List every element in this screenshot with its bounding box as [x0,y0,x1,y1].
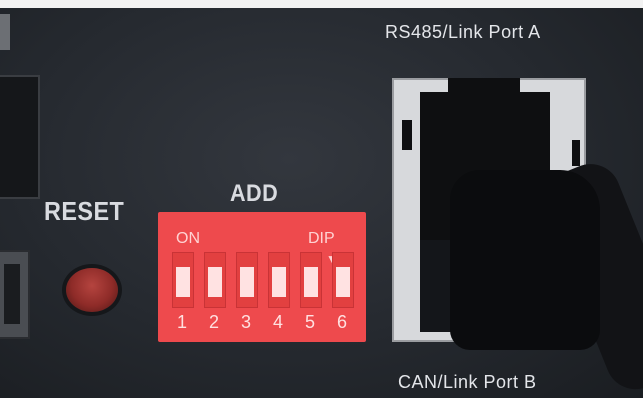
dip-switch-knob [176,267,190,297]
port-b-label: CAN/Link Port B [398,372,537,392]
dip-switch-1[interactable] [172,252,194,308]
left-marking [0,14,10,50]
dip-switch-4[interactable] [268,252,290,308]
reset-label: RESET [44,196,125,226]
dip-switch-knob [272,267,286,297]
reset-button[interactable] [66,268,118,312]
top-edge [0,0,643,8]
dip-switch-knob [240,267,254,297]
left-port-upper [0,75,40,199]
left-port-lower [0,250,30,339]
device-panel: RS485/Link Port A RESET ADD ON DIP ▼ 1 2… [0,0,643,398]
dip-number-3: 3 [240,312,251,332]
dip-switch-knob [304,267,318,297]
dip-number-1: 1 [176,312,187,332]
dip-label: DIP [308,230,335,247]
left-port-lower-opening [4,264,20,324]
dip-switch-knob [336,267,350,297]
dip-switch-6[interactable] [332,252,354,308]
dip-number-5: 5 [304,312,315,332]
dip-on-label: ON [176,230,200,247]
dip-switch-2[interactable] [204,252,226,308]
dip-number-2: 2 [208,312,219,332]
dip-number-4: 4 [272,312,283,332]
dip-switch-knob [208,267,222,297]
port-a-label: RS485/Link Port A [385,22,541,42]
cable-plug [450,170,600,350]
dip-number-6: 6 [336,312,347,332]
dip-switch-5[interactable] [300,252,322,308]
add-label: ADD [230,180,279,207]
dip-switch: ON DIP ▼ 1 2 3 4 5 6 [158,212,366,342]
rj45-side-tab [572,140,580,166]
dip-switch-3[interactable] [236,252,258,308]
rj45-side-tab [402,120,412,150]
